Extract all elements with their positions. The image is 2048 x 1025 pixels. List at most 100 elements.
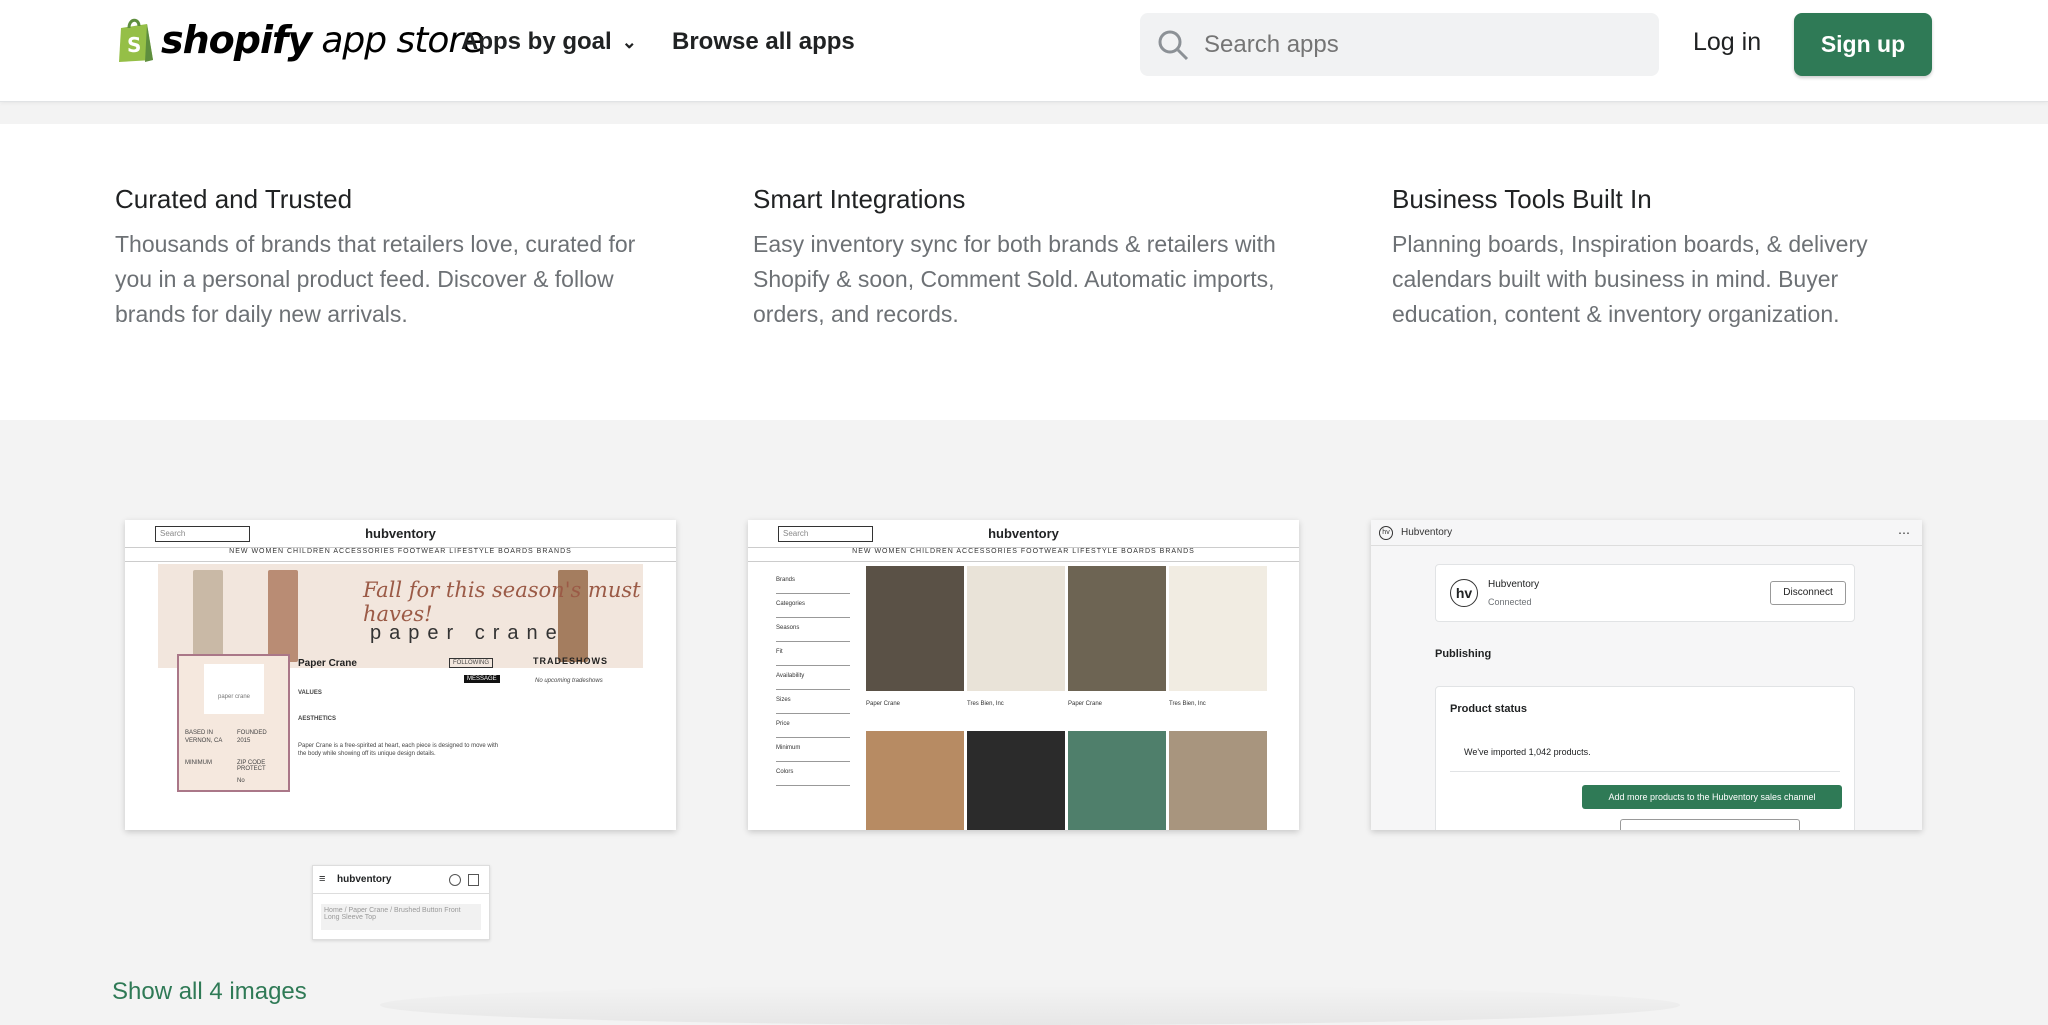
no-tradeshows-text: No upcoming tradeshows xyxy=(535,678,603,684)
shopify-bag-icon: S xyxy=(119,18,153,62)
account-icon[interactable] xyxy=(449,874,461,886)
value-founded: 2015 xyxy=(237,738,251,744)
disconnect-button[interactable]: Disconnect xyxy=(1770,581,1846,605)
top-navigation: S shopify app store Apps by goal ⌄ Brows… xyxy=(0,0,2048,102)
label-founded: FOUNDED xyxy=(237,730,267,736)
product-status-card: Product status We've imported 1,042 prod… xyxy=(1435,686,1855,830)
mini-header: Search hubventory xyxy=(748,520,1299,548)
divider xyxy=(1450,771,1840,772)
show-all-images-link[interactable]: Show all 4 images xyxy=(112,978,307,1006)
bottom-shadow xyxy=(380,985,1680,1025)
message-button[interactable]: MESSAGE xyxy=(464,675,500,683)
product-card[interactable] xyxy=(866,731,964,830)
filter-item[interactable]: Minimum xyxy=(776,738,850,762)
mini-menu: NEW WOMEN CHILDREN ACCESSORIES FOOTWEAR … xyxy=(125,548,676,562)
product-card[interactable]: Paper Crane xyxy=(1068,566,1166,707)
product-card[interactable]: Tres Bien, Inc xyxy=(967,566,1065,707)
search-icon xyxy=(1158,30,1189,60)
brand-suffix: app store xyxy=(321,19,484,61)
filter-item[interactable]: Brands xyxy=(776,570,850,594)
product-card[interactable] xyxy=(967,731,1065,830)
filter-item[interactable]: Fit xyxy=(776,642,850,666)
app-name: Hubventory xyxy=(1488,579,1540,590)
mini-menu: NEW WOMEN CHILDREN ACCESSORIES FOOTWEAR … xyxy=(748,548,1299,562)
banner-headline: Fall for this season's must haves! xyxy=(363,578,641,626)
mini-logo: hubventory xyxy=(988,526,1059,541)
screenshot-shopify-admin[interactable]: hv Hubventory ⋯ hv Hubventory Connected … xyxy=(1371,520,1922,830)
aesthetics-label: AESTHETICS xyxy=(298,716,337,722)
brand-description: Paper Crane is a free-spirited at heart,… xyxy=(298,743,499,757)
product-image xyxy=(967,731,1065,830)
breadcrumb: Home / Paper Crane / Brushed Button Fron… xyxy=(321,904,481,930)
connected-status: Connected xyxy=(1488,597,1532,607)
imported-count-text: We've imported 1,042 products. xyxy=(1464,747,1591,757)
following-button[interactable]: FOLLOWING xyxy=(449,658,494,668)
filter-item[interactable]: Availability xyxy=(776,666,850,690)
feature-title: Smart Integrations xyxy=(753,184,966,214)
product-card[interactable]: Tres Bien, Inc xyxy=(1169,566,1267,707)
banner-brand-mark: paper crane xyxy=(370,622,565,644)
mini-header: Search hubventory xyxy=(125,520,676,548)
feature-text: Easy inventory sync for both brands & re… xyxy=(753,231,1276,327)
filter-item[interactable]: Price xyxy=(776,714,850,738)
model-image xyxy=(268,570,298,662)
values-label: VALUES xyxy=(298,690,322,696)
tradeshows-heading: TRADESHOWS xyxy=(533,656,608,666)
mobile-logo: hubventory xyxy=(337,874,392,885)
browse-all-apps-link[interactable]: Browse all apps xyxy=(672,28,855,56)
more-icon[interactable]: ⋯ xyxy=(1898,520,1910,546)
search-input[interactable] xyxy=(1204,30,1644,59)
apps-by-goal-menu[interactable]: Apps by goal ⌄ xyxy=(461,28,637,56)
app-bar-title: Hubventory xyxy=(1401,527,1453,538)
filter-item[interactable]: Seasons xyxy=(776,618,850,642)
brand-banner: Fall for this season's must haves! paper… xyxy=(158,564,643,668)
product-brand: Paper Crane xyxy=(866,701,901,707)
product-brand: Tres Bien, Inc xyxy=(1169,701,1206,707)
product-card[interactable] xyxy=(1169,731,1267,830)
hubventory-logo: hv xyxy=(1450,579,1478,607)
product-card[interactable] xyxy=(1068,731,1166,830)
add-more-products-button[interactable]: Add more products to the Hubventory sale… xyxy=(1582,785,1842,809)
value-zip: No xyxy=(237,778,245,784)
publishing-heading: Publishing xyxy=(1435,648,1492,660)
product-image xyxy=(1068,731,1166,830)
label-minimum: MINIMUM xyxy=(185,760,212,766)
model-image xyxy=(193,570,223,662)
mobile-header: ≡ hubventory xyxy=(313,866,489,894)
brand-name: Paper Crane xyxy=(298,658,357,669)
product-image xyxy=(1068,566,1166,691)
feature-integrations: Smart Integrations Easy inventory sync f… xyxy=(753,184,1303,332)
feature-text: Thousands of brands that retailers love,… xyxy=(115,231,636,327)
product-card[interactable]: Paper Crane xyxy=(866,566,964,707)
hamburger-icon[interactable]: ≡ xyxy=(319,873,325,885)
bag-icon[interactable] xyxy=(468,874,479,886)
feature-title: Curated and Trusted xyxy=(115,184,353,214)
feature-text: Planning boards, Inspiration boards, & d… xyxy=(1392,231,1868,327)
secondary-button[interactable] xyxy=(1620,819,1800,830)
label-zip: ZIP CODE PROTECT xyxy=(237,760,266,772)
brand-name: shopify xyxy=(161,18,312,62)
mini-logo: hubventory xyxy=(365,526,436,541)
label-based-in: BASED IN xyxy=(185,730,214,736)
login-link[interactable]: Log in xyxy=(1693,28,1761,57)
search-box[interactable] xyxy=(1140,13,1659,76)
screenshot-brand-page[interactable]: Search hubventory NEW WOMEN CHILDREN ACC… xyxy=(125,520,676,830)
brand-profile-card: paper crane BASED IN VERNON, CA FOUNDED … xyxy=(177,654,290,792)
product-image xyxy=(866,731,964,830)
product-image xyxy=(1169,731,1267,830)
chevron-down-icon: ⌄ xyxy=(621,31,637,52)
shopify-app-store-logo[interactable]: S shopify app store xyxy=(115,14,484,66)
connection-card: hv Hubventory Connected Disconnect xyxy=(1435,564,1855,622)
mini-search: Search xyxy=(778,526,873,542)
apps-by-goal-label: Apps by goal xyxy=(461,28,612,55)
screenshot-mobile-thumbnail[interactable]: ≡ hubventory Home / Paper Crane / Brushe… xyxy=(312,865,490,940)
filter-item[interactable]: Sizes xyxy=(776,690,850,714)
hubventory-app-icon: hv xyxy=(1379,526,1393,540)
filter-item[interactable]: Colors xyxy=(776,762,850,786)
admin-app-bar: hv Hubventory ⋯ xyxy=(1371,520,1922,546)
product-image xyxy=(866,566,964,691)
signup-button[interactable]: Sign up xyxy=(1794,13,1932,76)
features-section: Curated and Trusted Thousands of brands … xyxy=(0,124,2048,420)
screenshot-product-feed[interactable]: Search hubventory NEW WOMEN CHILDREN ACC… xyxy=(748,520,1299,830)
filter-item[interactable]: Categories xyxy=(776,594,850,618)
